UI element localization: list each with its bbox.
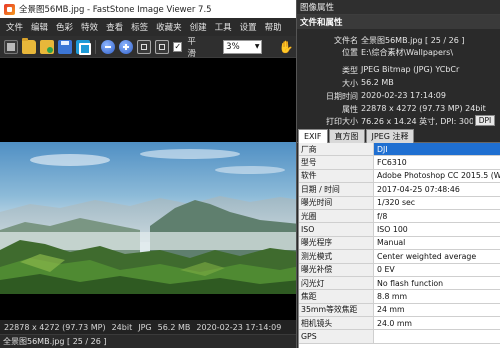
- smooth-label: 平滑: [187, 36, 196, 59]
- info-row-filename: 文件名 全景图56MB.jpg [ 25 / 26 ]: [334, 36, 465, 45]
- info-row-print-size: 打印大小 76.26 x 14.24 英寸, DPI: 300 x 300 DP…: [297, 115, 500, 128]
- info-row-size: 大小 56.2 MB: [342, 78, 394, 88]
- file-info-list: 文件名 全景图56MB.jpg [ 25 / 26 ] 位置 E:\综合素材\W…: [297, 29, 500, 129]
- zoom-dropdown[interactable]: 3% ▼: [223, 39, 263, 54]
- tab-jpeg-comment[interactable]: JPEG 注释: [365, 129, 415, 143]
- image-viewer-window: 全景图56MB.jpg - FastStone Image Viewer 7.5…: [0, 0, 300, 348]
- status-filesize: 56.2 MB: [157, 322, 191, 332]
- zoom-value: 3%: [226, 41, 240, 52]
- hand-tool-icon[interactable]: ✋: [278, 40, 293, 54]
- image-canvas[interactable]: [0, 58, 300, 320]
- exif-row-iso[interactable]: ISO ISO 100: [299, 223, 500, 237]
- menu-favorites[interactable]: 收藏夹: [152, 21, 186, 33]
- status-bitdepth: 24bit: [111, 322, 133, 332]
- status-datetime: 2020-02-23 17:14:09: [196, 322, 282, 332]
- save-as-icon[interactable]: [76, 39, 91, 55]
- app-logo-icon: [4, 3, 15, 15]
- menu-tags[interactable]: 标签: [127, 21, 152, 33]
- current-file-label: 全景图56MB.jpg [ 25 / 26 ]: [3, 337, 107, 346]
- save-icon[interactable]: [58, 39, 72, 54]
- status-bar: 22878 x 4272 (97.73 MP) 24bit JPG 56.2 M…: [0, 320, 300, 334]
- info-row-type: 类型 JPEG Bitmap (JPG) YCbCr: [342, 65, 460, 75]
- exif-row-make[interactable]: 厂商 DJI: [299, 143, 500, 157]
- dpi-button[interactable]: DPI: [475, 115, 495, 126]
- exif-row-35mm-focal[interactable]: 35mm等效焦距 24 mm: [299, 303, 500, 318]
- zoom-out-icon[interactable]: [101, 39, 115, 54]
- toolbar-separator: [95, 39, 96, 54]
- image-properties-panel: 图像属性 文件和属性 文件名 全景图56MB.jpg [ 25 / 26 ] 位…: [296, 0, 500, 348]
- file-attributes-header: 文件和属性: [297, 15, 500, 29]
- exif-row-exposure-bias[interactable]: 曝光补偿 0 EV: [299, 263, 500, 277]
- browse-folder-icon[interactable]: [40, 39, 54, 54]
- exif-row-datetime[interactable]: 日期 / 时间 2017-04-25 07:48:46: [299, 183, 500, 197]
- thumbnail-grid-icon[interactable]: [4, 39, 18, 54]
- tab-exif[interactable]: EXIF: [298, 129, 328, 143]
- zoom-in-icon[interactable]: [119, 39, 133, 54]
- window-title: 全景图56MB.jpg - FastStone Image Viewer 7.5: [19, 5, 212, 15]
- exif-row-metering-mode[interactable]: 测光模式 Center weighted average: [299, 250, 500, 264]
- title-bar: 全景图56MB.jpg - FastStone Image Viewer 7.5: [0, 0, 300, 18]
- exif-row-exposure-program[interactable]: 曝光程序 Manual: [299, 236, 500, 251]
- info-row-attributes: 属性 22878 x 4272 (97.73 MP) 24bit: [342, 104, 486, 114]
- menu-effects[interactable]: 特效: [77, 21, 102, 33]
- menu-edit[interactable]: 编辑: [27, 21, 52, 33]
- landscape-panorama: [0, 142, 300, 294]
- panorama-image: [0, 142, 300, 294]
- toolbar: ✓ 平滑 3% ▼ ✋ ▾: [0, 36, 300, 59]
- menu-view[interactable]: 查看: [102, 21, 127, 33]
- properties-tabs: EXIF 直方图 JPEG 注释: [297, 129, 500, 143]
- menu-bar: 文件 编辑 色彩 特效 查看 标签 收藏夹 创建 工具 设置 帮助: [0, 18, 300, 36]
- menu-colors[interactable]: 色彩: [52, 21, 77, 33]
- info-row-location: 位置 E:\综合素材\Wallpapers\: [342, 48, 454, 57]
- smooth-checkbox[interactable]: ✓: [173, 41, 183, 52]
- exif-table: 厂商 DJI 型号 FC6310 软件 Adobe Photoshop CC 2015…: [298, 143, 500, 348]
- exif-row-focal-length[interactable]: 焦距 8.8 mm: [299, 290, 500, 304]
- exif-row-lens[interactable]: 相机镜头 24.0 mm: [299, 317, 500, 331]
- open-folder-icon[interactable]: [22, 37, 36, 54]
- exif-row-aperture[interactable]: 光圈 f/8: [299, 209, 500, 224]
- info-row-datetime: 日期时间 2020-02-23 17:14:09: [326, 91, 446, 101]
- status-dimensions: 22878 x 4272 (97.73 MP): [4, 322, 106, 332]
- status-format: JPG: [138, 322, 152, 332]
- tab-histogram[interactable]: 直方图: [328, 129, 365, 143]
- exif-row-gps[interactable]: GPS: [299, 330, 500, 344]
- menu-help[interactable]: 帮助: [261, 21, 286, 33]
- properties-window-title: 图像属性: [297, 0, 500, 15]
- file-name-bar: 全景图56MB.jpg [ 25 / 26 ]: [0, 334, 300, 348]
- actual-size-icon[interactable]: [137, 39, 151, 54]
- exif-row-flash[interactable]: 闪光灯 No flash function: [299, 276, 500, 291]
- menu-file[interactable]: 文件: [2, 21, 27, 33]
- fit-window-icon[interactable]: [155, 39, 169, 54]
- menu-settings[interactable]: 设置: [236, 21, 261, 33]
- exif-row-model[interactable]: 型号 FC6310: [299, 156, 500, 170]
- exif-row-software[interactable]: 软件Adobe Photoshop CC 2015.5 (Windows): [299, 169, 500, 184]
- chevron-down-icon: ▼: [254, 43, 260, 50]
- menu-tools[interactable]: 工具: [211, 21, 236, 33]
- exif-row-exposure-time[interactable]: 曝光时间 1/320 sec: [299, 196, 500, 210]
- menu-create[interactable]: 创建: [186, 21, 211, 33]
